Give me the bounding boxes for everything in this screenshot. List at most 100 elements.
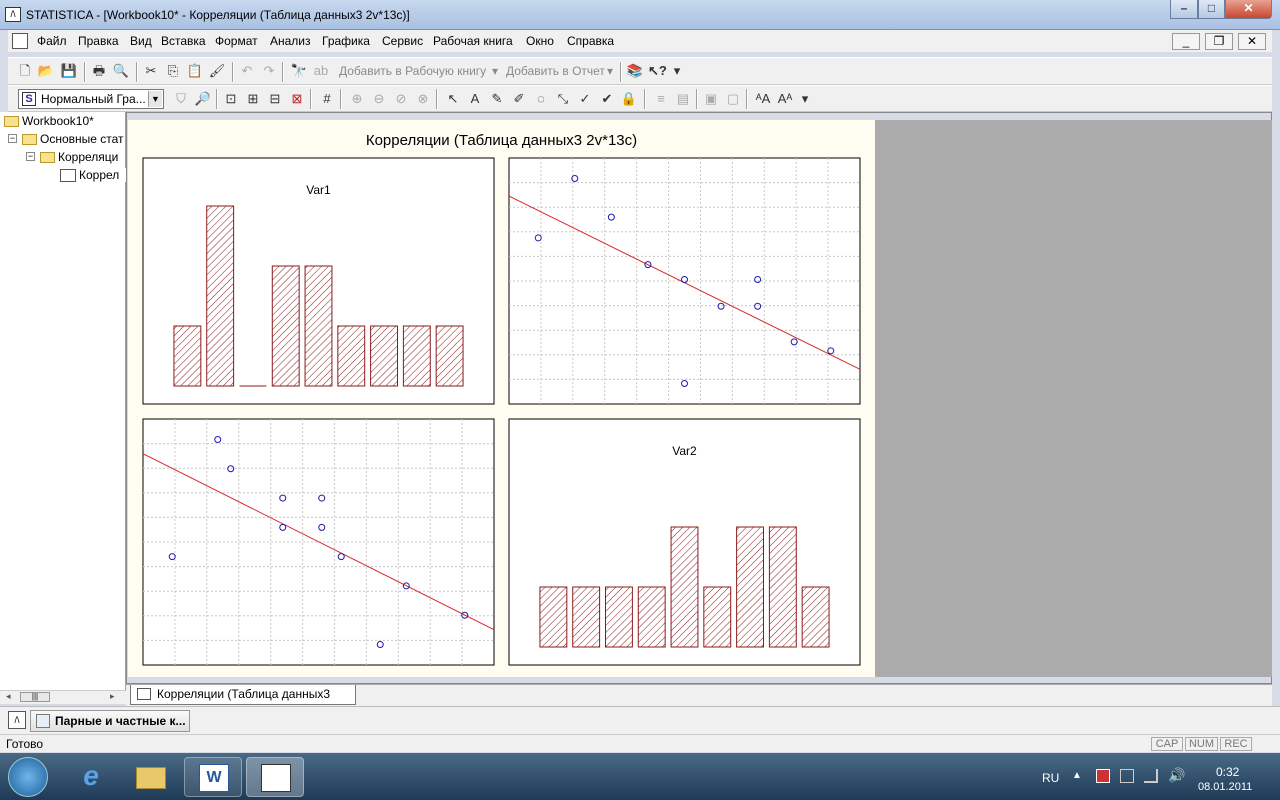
- paste-icon[interactable]: 📋: [186, 62, 204, 80]
- add-to-report-button[interactable]: Добавить в Отчет: [506, 64, 605, 78]
- copy-icon[interactable]: ⎘: [164, 62, 182, 80]
- collapse-icon[interactable]: −: [26, 152, 35, 161]
- tab-correlations[interactable]: Корреляции (Таблица данных3 2v*13c): [130, 685, 356, 719]
- zoom-area-icon[interactable]: ⊘: [392, 90, 410, 108]
- clock-time[interactable]: 0:32: [1216, 765, 1239, 779]
- doc-close-button[interactable]: ✕: [1238, 33, 1266, 50]
- print-icon[interactable]: 🖶: [90, 62, 108, 80]
- brush-icon[interactable]: ⤡: [554, 90, 572, 108]
- marker-icon[interactable]: ✔: [598, 90, 616, 108]
- volume-icon[interactable]: 🔊: [1168, 767, 1185, 784]
- menu-format[interactable]: Формат: [215, 34, 258, 48]
- explorer-icon[interactable]: [122, 757, 180, 797]
- scroll-right-icon[interactable]: ▸: [110, 691, 115, 702]
- bring-front-icon[interactable]: ▣: [702, 90, 720, 108]
- tree-horizontal-scrollbar[interactable]: ◂ ||| ▸: [0, 690, 126, 704]
- histogram-bar: [768, 526, 797, 648]
- replace-icon[interactable]: ab: [312, 62, 330, 80]
- tree-node-graph[interactable]: Коррел: [60, 168, 126, 183]
- reset-zoom-icon[interactable]: ⊗: [414, 90, 432, 108]
- menu-edit[interactable]: Правка: [78, 34, 119, 48]
- pointer-icon[interactable]: ↖: [444, 90, 462, 108]
- graph-fit-icon[interactable]: ⊠: [288, 90, 306, 108]
- zoom-in-icon[interactable]: ⊕: [348, 90, 366, 108]
- open-folder-icon[interactable]: 📂: [37, 62, 55, 80]
- draw-arrow-icon[interactable]: ✓: [576, 90, 594, 108]
- scroll-left-icon[interactable]: ◂: [6, 691, 11, 702]
- minimize-button[interactable]: –: [1170, 0, 1198, 19]
- histogram-bar: [572, 586, 601, 648]
- tree-node-correlations[interactable]: Корреляци: [40, 150, 126, 164]
- distribute-icon[interactable]: ▤: [674, 90, 692, 108]
- add-to-workbook-button[interactable]: Добавить в Рабочую книгу: [339, 64, 486, 78]
- draw-ellipse-icon[interactable]: ◌: [532, 90, 550, 108]
- graph-properties-icon[interactable]: ⊡: [222, 90, 240, 108]
- cut-icon[interactable]: ✂: [142, 62, 160, 80]
- lock-icon[interactable]: 🔒: [620, 90, 638, 108]
- new-file-icon[interactable]: 🗋: [16, 62, 34, 80]
- word-icon[interactable]: W: [184, 757, 242, 797]
- statistica-taskbar-icon[interactable]: [246, 757, 304, 797]
- graph-window[interactable]: Корреляции (Таблица данных3 2v*13c) Var1…: [128, 120, 875, 677]
- analysis-task-button[interactable]: Парные и частные к...: [30, 710, 190, 732]
- context-help-icon[interactable]: ↖?: [648, 62, 667, 80]
- add-to-report-arrow-icon[interactable]: ▾: [607, 64, 613, 78]
- workbook-tree[interactable]: Workbook10* − Основные стат − Корреляци …: [0, 112, 126, 690]
- draw-line-icon[interactable]: ✎: [488, 90, 506, 108]
- menu-analysis[interactable]: Анализ: [270, 34, 311, 48]
- menu-workbook[interactable]: Рабочая книга: [433, 34, 513, 48]
- window-titlebar[interactable]: /\ STATISTICA - [Workbook10* - Корреляци…: [0, 0, 1280, 30]
- power-icon[interactable]: [1120, 769, 1134, 783]
- menu-insert[interactable]: Вставка: [161, 34, 206, 48]
- close-button[interactable]: ✕: [1225, 0, 1272, 19]
- menu-window[interactable]: Окно: [526, 34, 554, 48]
- redo-icon[interactable]: ↷: [260, 62, 278, 80]
- dropdown-arrow-icon[interactable]: ▼: [148, 91, 162, 107]
- align-icon[interactable]: ≡: [652, 90, 670, 108]
- network-icon[interactable]: [1144, 769, 1158, 783]
- menu-graphics[interactable]: Графика: [322, 34, 370, 48]
- maximize-button[interactable]: □: [1198, 0, 1225, 19]
- grid-icon[interactable]: #: [318, 90, 336, 108]
- format-painter-icon[interactable]: 🖌: [208, 62, 226, 80]
- tray-expand-icon[interactable]: ▲: [1072, 770, 1082, 781]
- clock-date[interactable]: 08.01.2011: [1198, 781, 1252, 793]
- send-back-icon[interactable]: ▢: [724, 90, 742, 108]
- undo-icon[interactable]: ↶: [238, 62, 256, 80]
- start-button[interactable]: [8, 757, 48, 797]
- graph-style-select[interactable]: S Нормальный Гра... ▼: [18, 89, 164, 109]
- font-increase-icon[interactable]: ᴬA: [754, 90, 772, 108]
- zoom-out-icon[interactable]: ⊖: [370, 90, 388, 108]
- toolbar-options-icon[interactable]: ▾: [668, 62, 686, 80]
- draw-shape-icon[interactable]: ✐: [510, 90, 528, 108]
- correlation-matrix-plot[interactable]: Var1 Var2: [128, 120, 875, 677]
- add-to-workbook-arrow-icon[interactable]: ▾: [492, 64, 498, 78]
- statistica-icon[interactable]: /\: [5, 7, 21, 22]
- doc-restore-button[interactable]: ❐: [1205, 33, 1233, 50]
- menu-tools[interactable]: Сервис: [382, 34, 423, 48]
- collapse-icon[interactable]: −: [8, 134, 17, 143]
- books-icon[interactable]: 📚: [626, 62, 644, 80]
- graph-options-icon[interactable]: ⊞: [244, 90, 262, 108]
- find-icon[interactable]: 🔭: [290, 62, 308, 80]
- graph-shield-icon[interactable]: ⛉: [172, 90, 190, 108]
- menu-help[interactable]: Справка: [567, 34, 614, 48]
- text-tool-icon[interactable]: A: [466, 90, 484, 108]
- menu-file[interactable]: Файл: [37, 34, 67, 48]
- document-icon[interactable]: [12, 33, 28, 49]
- graph-data-editor-icon[interactable]: ⊟: [266, 90, 284, 108]
- tree-node-basic-stats[interactable]: Основные стат: [22, 132, 126, 146]
- language-indicator[interactable]: RU: [1042, 771, 1059, 785]
- scrollbar-thumb[interactable]: |||: [20, 692, 50, 702]
- internet-explorer-icon[interactable]: e: [62, 757, 120, 797]
- print-preview-icon[interactable]: 🔍: [112, 62, 130, 80]
- action-center-icon[interactable]: [1096, 769, 1110, 783]
- save-icon[interactable]: 💾: [60, 62, 78, 80]
- statistica-icon[interactable]: /\: [8, 711, 26, 729]
- font-decrease-icon[interactable]: Aᴬ: [776, 90, 794, 108]
- tree-node-workbook[interactable]: Workbook10*: [4, 114, 94, 128]
- zoom-tool-icon[interactable]: 🔎: [194, 90, 212, 108]
- doc-minimize-button[interactable]: _: [1172, 33, 1200, 50]
- menu-view[interactable]: Вид: [130, 34, 152, 48]
- toolbar2-options-icon[interactable]: ▾: [796, 90, 814, 108]
